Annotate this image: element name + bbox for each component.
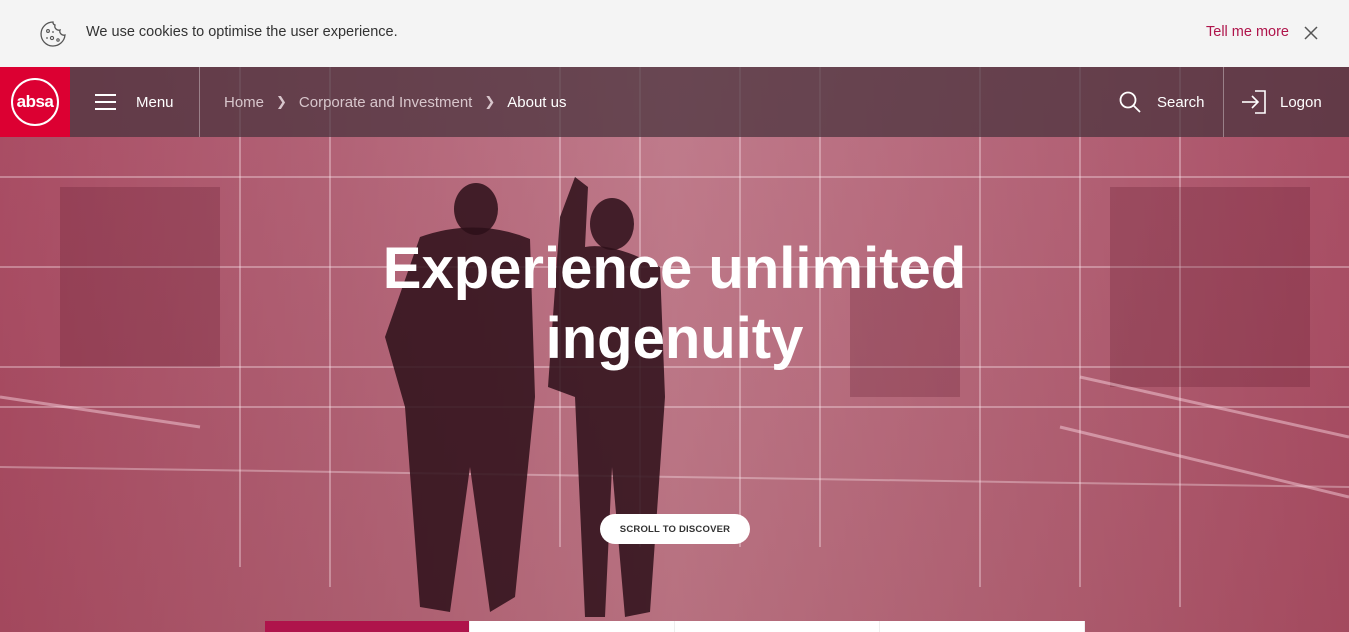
logon-button[interactable]: Logon [1241,67,1322,137]
logon-label: Logon [1280,93,1322,111]
logo-text: absa [11,78,59,126]
nav-divider [1223,67,1224,137]
chevron-right-icon: ❯ [484,94,496,109]
nav-divider [199,67,200,137]
section-tabs [265,621,1085,632]
top-navbar: absa Menu Home ❯ Corporate and Investmen… [0,67,1349,137]
hero-headline: Experience unlimited ingenuity [0,234,1349,374]
search-icon [1119,91,1141,113]
headline-line-2: ingenuity [545,306,804,371]
scroll-to-discover-button[interactable]: SCROLL TO DISCOVER [600,514,750,544]
breadcrumb: Home ❯ Corporate and Investment ❯ About … [224,67,566,137]
search-button[interactable]: Search [1119,67,1205,137]
login-icon [1242,90,1266,114]
hamburger-icon [95,94,116,110]
breadcrumb-about-us: About us [507,93,567,111]
breadcrumb-corporate[interactable]: Corporate and Investment [299,94,472,111]
cookie-banner: We use cookies to optimise the user expe… [0,0,1349,67]
cookie-message: We use cookies to optimise the user expe… [86,24,398,40]
menu-label: Menu [136,93,174,111]
close-icon[interactable] [1303,25,1319,41]
tab-1[interactable] [265,621,470,632]
absa-logo[interactable]: absa [0,67,70,137]
tell-me-more-link[interactable]: Tell me more [1206,24,1289,40]
chevron-right-icon: ❯ [276,94,287,109]
search-label: Search [1157,93,1205,111]
tab-4[interactable] [880,621,1085,632]
tab-2[interactable] [470,621,675,632]
menu-button[interactable]: Menu [95,67,174,137]
headline-line-1: Experience unlimited [382,236,967,301]
tab-3[interactable] [675,621,880,632]
cookie-icon [40,21,66,47]
breadcrumb-home[interactable]: Home [224,94,264,111]
